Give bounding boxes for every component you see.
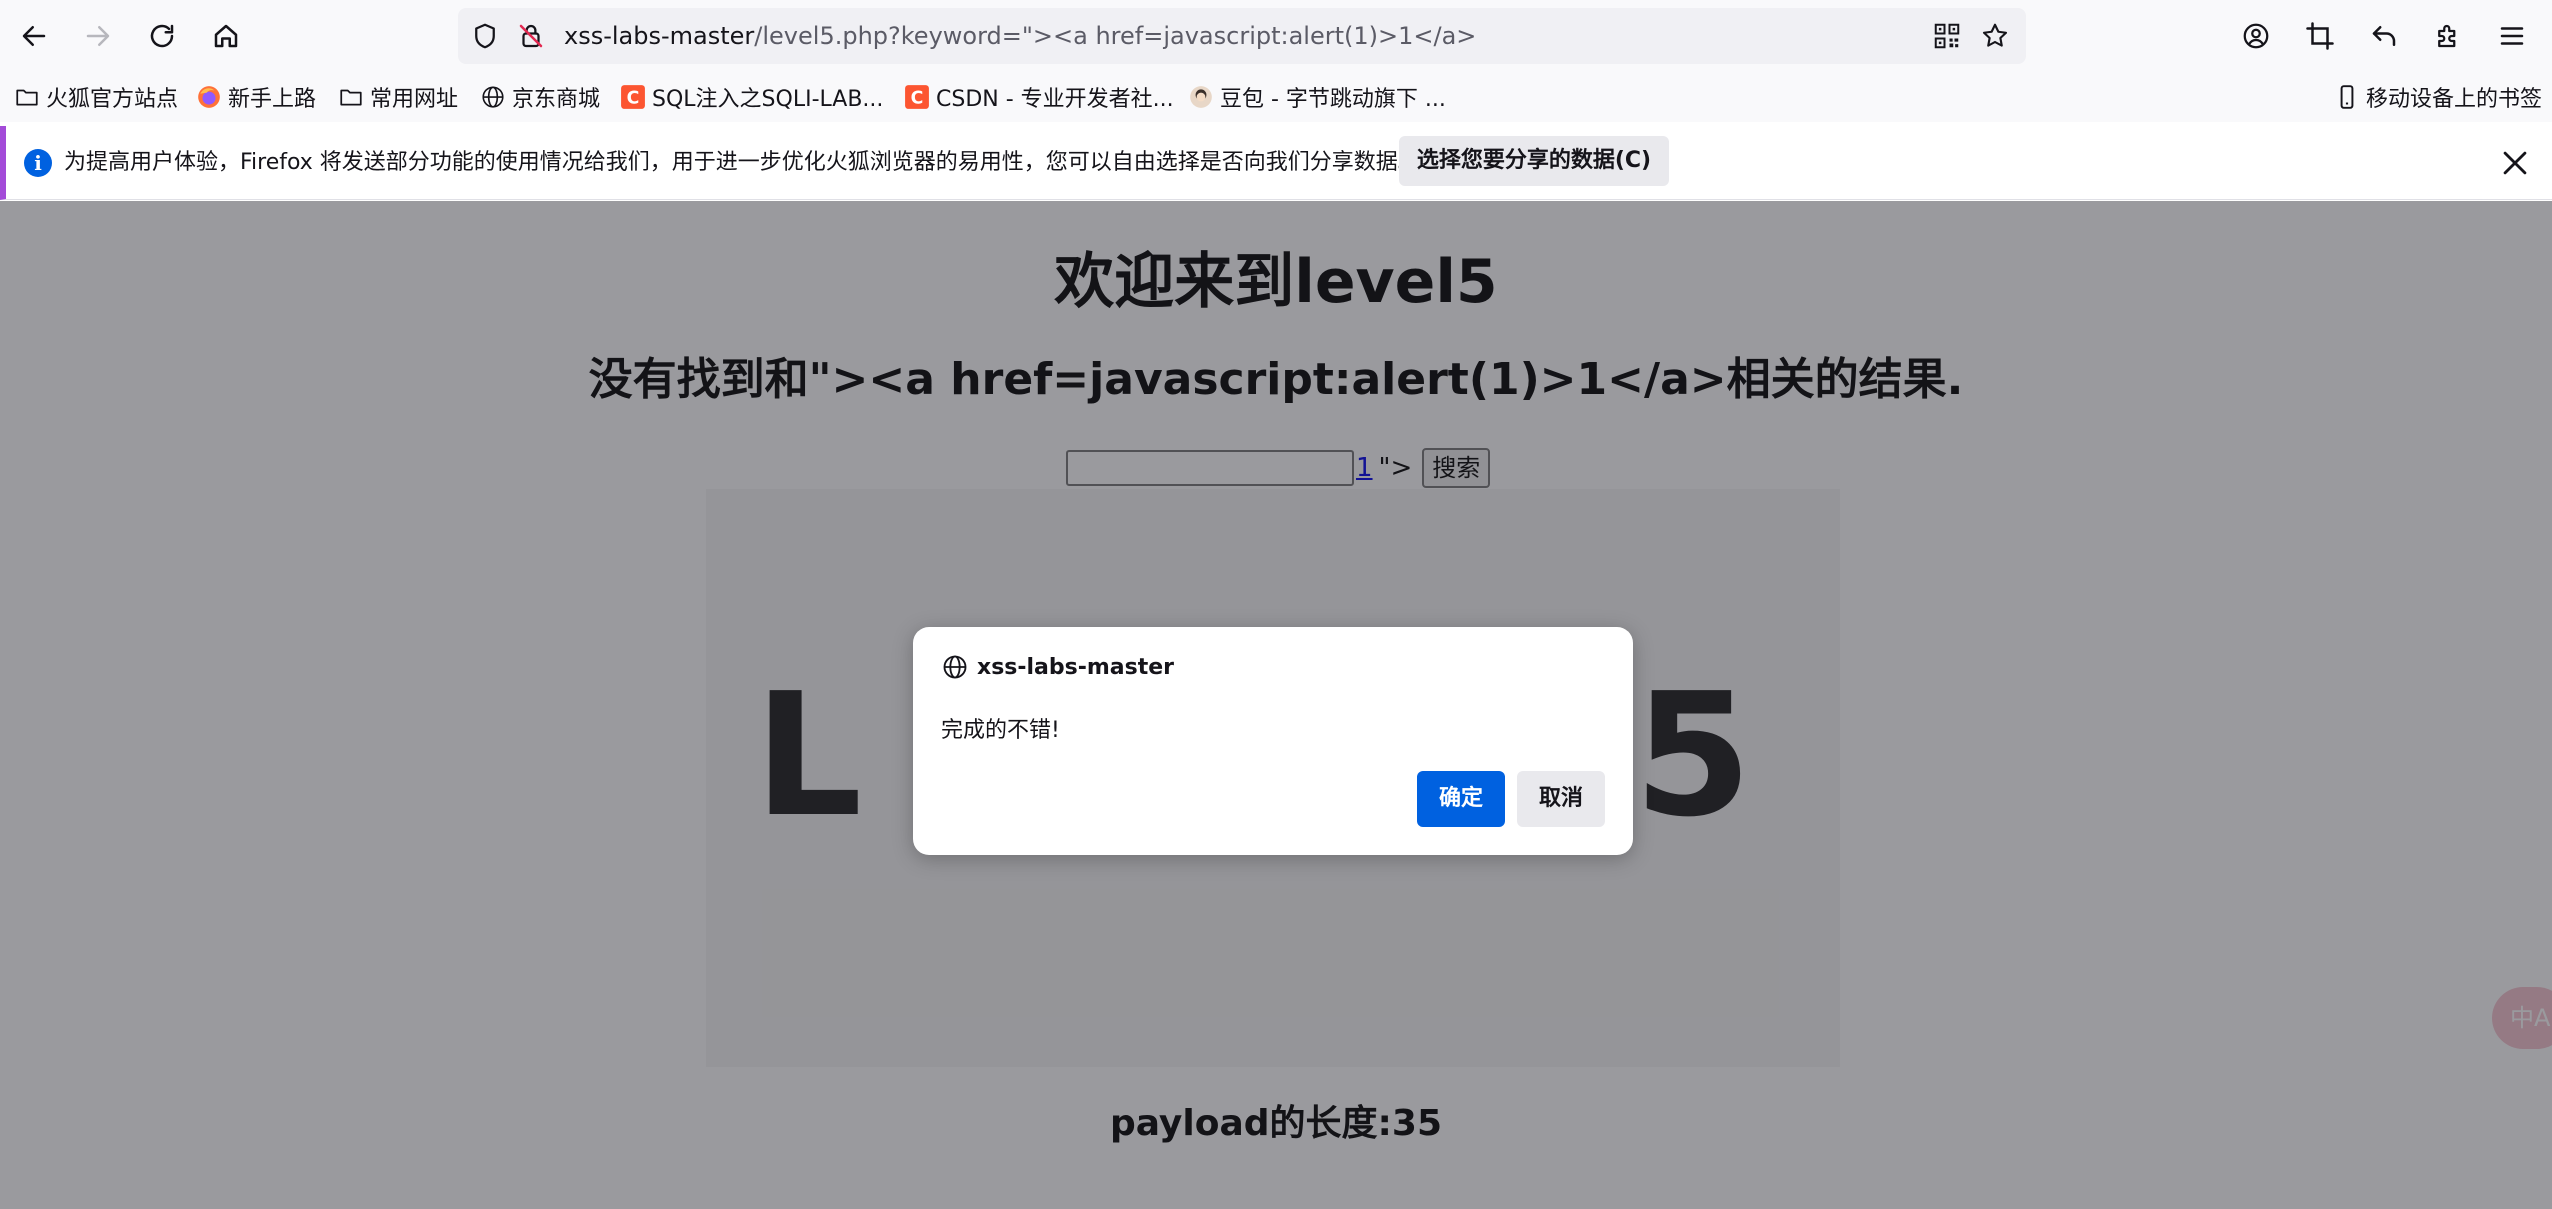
puzzle-icon	[2438, 24, 2456, 48]
home-button[interactable]	[200, 10, 252, 62]
bookmark-label: 火狐官方站点	[46, 87, 179, 112]
bookmark-item[interactable]: 豆包 - 字节跳动旗下 ...	[1188, 78, 1446, 116]
svg-text:C: C	[911, 89, 924, 109]
browser-toolbar: xss-labs-master/level5.php?keyword="><a …	[0, 0, 2552, 72]
bookmark-label: 常用网址	[370, 87, 459, 112]
bookmark-label: SQL注入之SQLI-LAB...	[652, 87, 884, 112]
url-text[interactable]: xss-labs-master/level5.php?keyword="><a …	[564, 20, 1476, 52]
bookmark-label: CSDN - 专业开发者社...	[936, 87, 1174, 112]
dialog-title: xss-labs-master	[941, 653, 1174, 681]
alert-dialog: xss-labs-master 完成的不错! 确定 取消	[913, 627, 1633, 855]
bookmarks-bar: 火狐官方站点 新手上路 常用网址 京东商城 C SQL注入之SQLI-LAB..…	[0, 72, 2552, 122]
mobile-bookmarks-label: 移动设备上的书签	[2366, 87, 2543, 112]
doubao-icon	[1190, 86, 1212, 108]
telemetry-notification-bar: i 为提高用户体验，Firefox 将发送部分功能的使用情况给我们，用于进一步优…	[0, 126, 2552, 200]
dialog-title-text: xss-labs-master	[977, 654, 1175, 680]
folder-icon	[16, 89, 38, 106]
cancel-button[interactable]: 取消	[1517, 771, 1605, 827]
account-button[interactable]	[2230, 10, 2282, 62]
bookmark-item[interactable]: C CSDN - 专业开发者社...	[904, 78, 1174, 116]
dialog-message: 完成的不错!	[941, 718, 1060, 743]
undo-button[interactable]	[2358, 10, 2410, 62]
qr-code-icon[interactable]	[1932, 21, 1962, 51]
csdn-icon: C	[621, 85, 645, 109]
hamburger-menu-icon	[2500, 27, 2524, 45]
url-path: /level5.php?keyword="><a href=javascript…	[754, 22, 1477, 50]
bookmark-label: 豆包 - 字节跳动旗下 ...	[1220, 87, 1446, 112]
info-icon: i	[24, 149, 52, 177]
bookmark-label: 京东商城	[512, 87, 601, 112]
folder-icon	[340, 89, 362, 106]
home-icon	[214, 24, 238, 48]
undo-icon	[2372, 26, 2396, 46]
notification-text: 为提高用户体验，Firefox 将发送部分功能的使用情况给我们，用于进一步优化火…	[64, 150, 1420, 175]
bookmark-item[interactable]: 常用网址	[338, 78, 458, 116]
globe-icon	[482, 86, 504, 108]
svg-text:C: C	[627, 89, 640, 109]
account-icon	[2243, 23, 2269, 49]
url-bar[interactable]: xss-labs-master/level5.php?keyword="><a …	[458, 8, 2026, 64]
back-button[interactable]	[8, 10, 60, 62]
screenshot-crop-button[interactable]	[2294, 10, 2346, 62]
bookmark-star-icon[interactable]	[1980, 21, 2010, 51]
bookmark-item[interactable]: 火狐官方站点	[14, 78, 178, 116]
ok-button[interactable]: 确定	[1417, 771, 1505, 827]
extensions-button[interactable]	[2422, 10, 2474, 62]
reload-button[interactable]	[136, 10, 188, 62]
crop-icon	[2306, 22, 2334, 50]
choose-data-button[interactable]: 选择您要分享的数据(C)	[1399, 136, 1669, 186]
insecure-lock-icon[interactable]	[516, 21, 546, 51]
forward-button[interactable]	[72, 10, 124, 62]
shield-icon[interactable]	[470, 21, 500, 51]
close-icon[interactable]	[2498, 146, 2532, 180]
mobile-device-icon	[2340, 85, 2354, 109]
forward-icon	[86, 26, 110, 46]
bookmark-item[interactable]: 新手上路	[196, 78, 316, 116]
firefox-icon	[198, 86, 220, 108]
globe-icon	[943, 655, 967, 679]
back-icon	[22, 26, 46, 46]
mobile-bookmarks[interactable]: 移动设备上的书签	[2334, 78, 2542, 116]
reload-icon	[150, 24, 174, 48]
bookmark-item[interactable]: C SQL注入之SQLI-LAB...	[620, 78, 883, 116]
url-host: xss-labs-master	[564, 22, 755, 50]
bookmark-label: 新手上路	[228, 87, 317, 112]
bookmark-item[interactable]: 京东商城	[480, 78, 600, 116]
csdn-icon: C	[905, 85, 929, 109]
menu-button[interactable]	[2486, 10, 2538, 62]
